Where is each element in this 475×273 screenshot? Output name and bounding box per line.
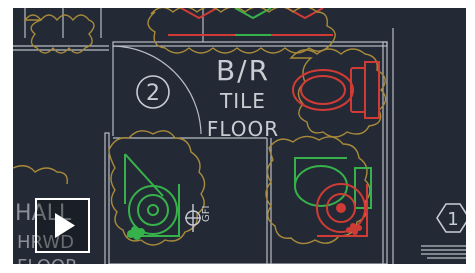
door-tag-label: 2 (146, 81, 160, 106)
window-tag-label: 1 (447, 209, 458, 230)
sink-fixture (294, 157, 372, 237)
room-finish-label: TILE (219, 89, 266, 113)
toilet-fixture (292, 61, 380, 119)
gfi-outlet-symbol (185, 204, 201, 232)
top-fixtures (168, 8, 333, 36)
room-floor-label: FLOOR (207, 117, 279, 141)
play-button[interactable] (35, 198, 90, 253)
cad-drawing-viewport: 2 1 B/R TILE FLOOR HALL HRWD FLOOR GFI (13, 8, 466, 264)
hall-floor-label: FLOOR (17, 256, 78, 264)
gfi-label: GFI (201, 206, 212, 222)
room-name-label: B/R (216, 54, 270, 87)
play-icon (55, 213, 75, 238)
accessible-toilet-fixture (124, 153, 180, 240)
